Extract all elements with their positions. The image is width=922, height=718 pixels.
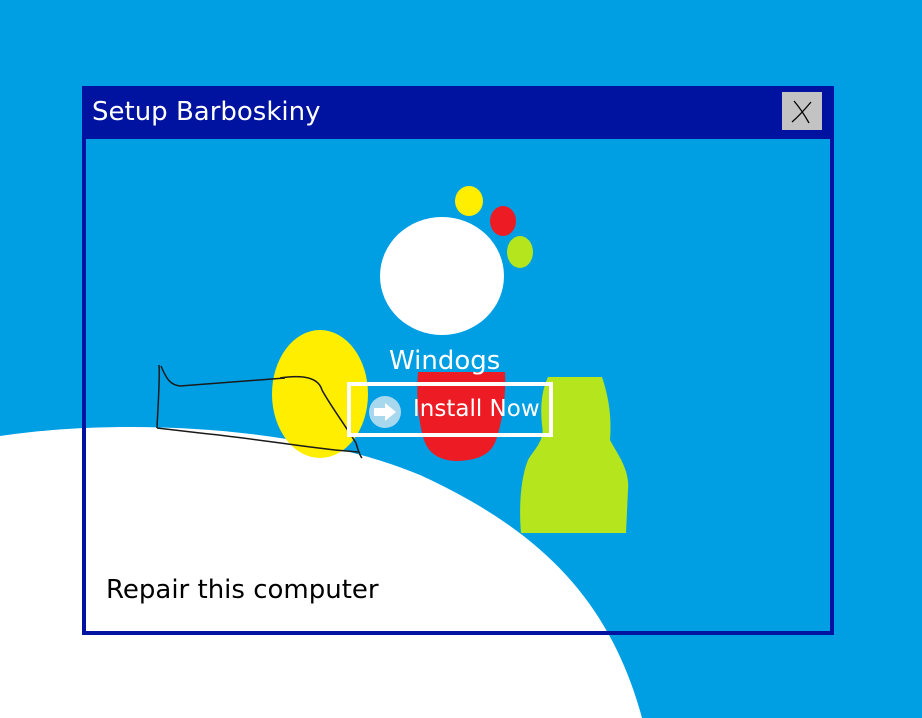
window-title: Setup Barboskiny xyxy=(92,97,321,127)
product-name: Windogs xyxy=(389,346,501,376)
install-now-label: Install Now xyxy=(413,396,540,422)
close-button[interactable] xyxy=(782,92,822,130)
arrow-right-icon xyxy=(369,396,401,428)
repair-computer-link[interactable]: Repair this computer xyxy=(106,573,379,607)
install-now-button[interactable]: Install Now xyxy=(347,382,553,437)
title-bar: Setup Barboskiny xyxy=(82,86,834,139)
close-icon xyxy=(791,100,812,124)
